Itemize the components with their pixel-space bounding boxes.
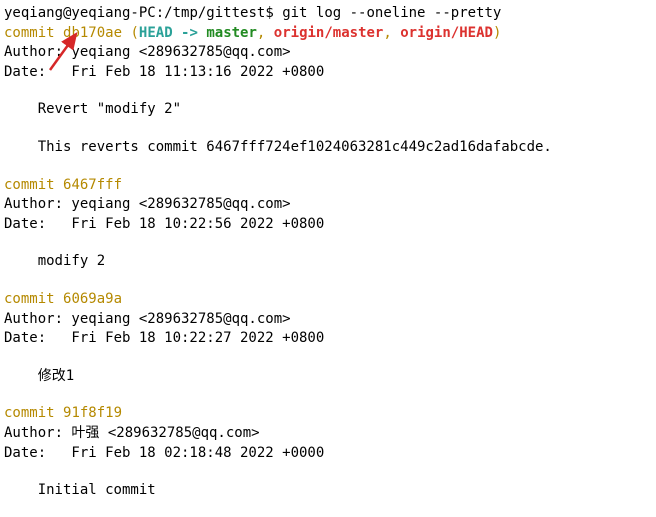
branch-ref: master bbox=[206, 25, 257, 41]
commit-hash: commit 6467fff bbox=[4, 177, 122, 193]
shell-command: git log --oneline --pretty bbox=[282, 5, 501, 21]
head-ref: HEAD -> bbox=[139, 25, 206, 41]
date-line: Date: Fri Feb 18 02:18:48 2022 +0000 bbox=[4, 444, 652, 464]
author-line: Author: yeqiang <289632785@qq.com> bbox=[4, 310, 652, 330]
commit-message: modify 2 bbox=[4, 252, 652, 272]
date-line: Date: Fri Feb 18 10:22:27 2022 +0800 bbox=[4, 329, 652, 349]
author-line: Author: 叶强 <289632785@qq.com> bbox=[4, 424, 652, 444]
prompt-userhost: yeqiang@yeqiang-PC:/tmp/gittest$ bbox=[4, 5, 282, 21]
shell-prompt-line: yeqiang@yeqiang-PC:/tmp/gittest$ git log… bbox=[4, 4, 652, 24]
commit-line: commit 6467fff bbox=[4, 176, 652, 196]
commit-hash: commit 6069a9a bbox=[4, 291, 122, 307]
refs-open: ( bbox=[130, 25, 138, 41]
date-line: Date: Fri Feb 18 10:22:56 2022 +0800 bbox=[4, 215, 652, 235]
commit-line: commit 91f8f19 bbox=[4, 404, 652, 424]
commit-message: Revert "modify 2" bbox=[4, 100, 652, 120]
date-line: Date: Fri Feb 18 11:13:16 2022 +0800 bbox=[4, 63, 652, 83]
commit-hash: commit db170ae bbox=[4, 25, 122, 41]
remote-ref: origin/master bbox=[274, 25, 384, 41]
refs-close: ) bbox=[493, 25, 501, 41]
commit-line: commit db170ae (HEAD -> master, origin/m… bbox=[4, 24, 652, 44]
commit-message: This reverts commit 6467fff724ef10240632… bbox=[4, 138, 652, 158]
commit-line: commit 6069a9a bbox=[4, 290, 652, 310]
author-line: Author: yeqiang <289632785@qq.com> bbox=[4, 43, 652, 63]
remote-ref: origin/HEAD bbox=[400, 25, 493, 41]
commit-hash: commit 91f8f19 bbox=[4, 405, 122, 421]
commit-message: Initial commit bbox=[4, 481, 652, 501]
author-line: Author: yeqiang <289632785@qq.com> bbox=[4, 195, 652, 215]
commit-message: 修改1 bbox=[4, 367, 652, 387]
